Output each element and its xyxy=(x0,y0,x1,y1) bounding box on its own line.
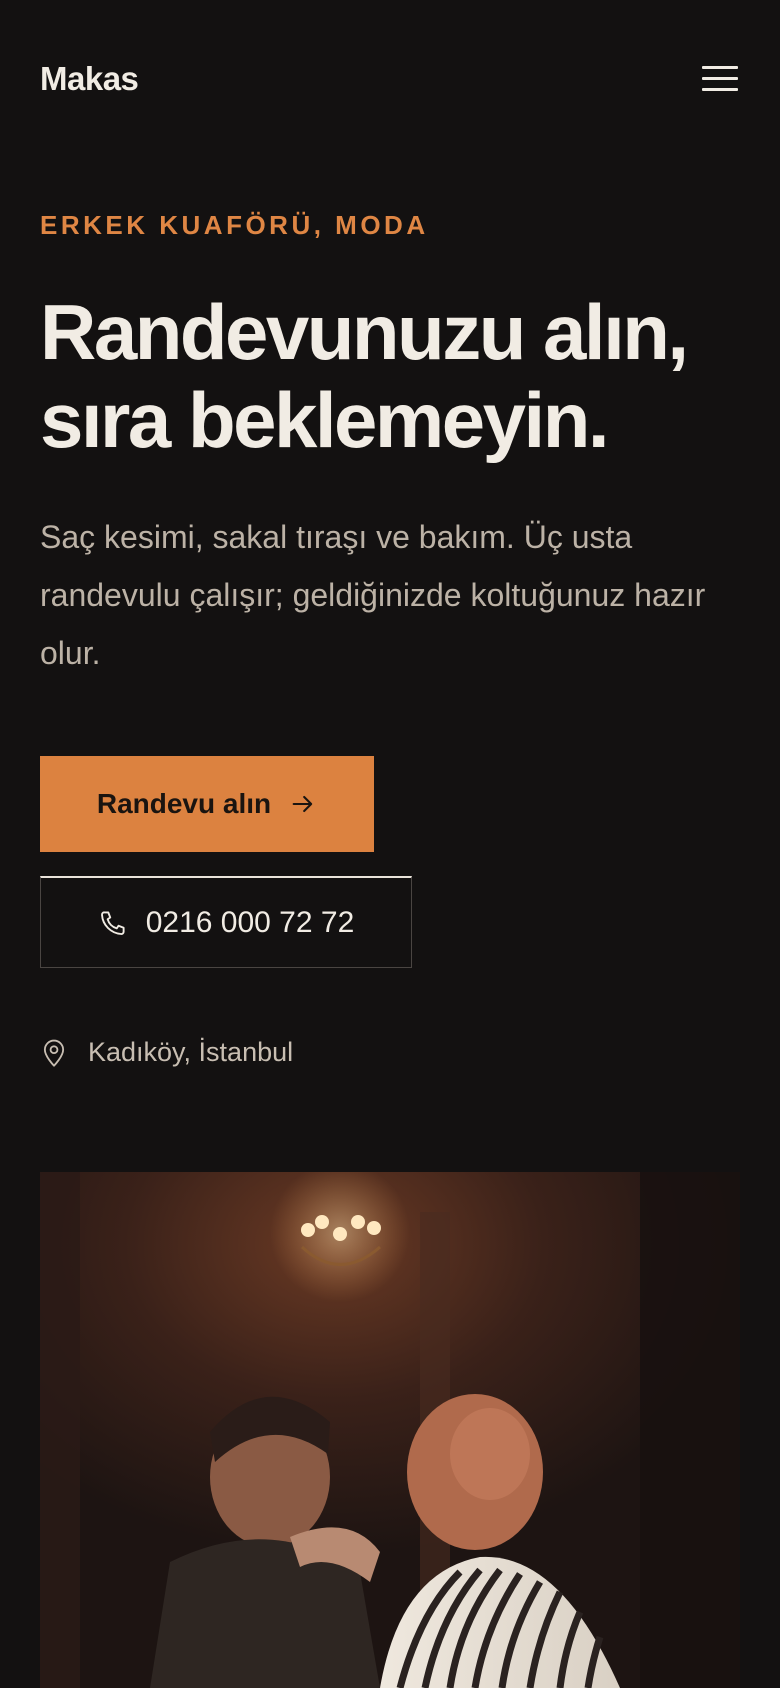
hero-title-line-2: sıra beklemeyin. xyxy=(40,376,610,464)
location-info: Kadıköy, İstanbul xyxy=(40,1036,293,1068)
arrow-right-icon xyxy=(292,795,313,813)
hero-eyebrow: ERKEK KUAFÖRÜ, MODA xyxy=(40,210,429,240)
phone-number: 0216 000 72 72 xyxy=(145,905,355,939)
location-text: Kadıköy, İstanbul xyxy=(88,1036,294,1067)
hero-description: Saç kesimi, sakal tıraşı ve bakım. Üç us… xyxy=(40,519,706,671)
barber-scene-image xyxy=(40,1172,740,1688)
book-appointment-button[interactable]: Randevu alın xyxy=(40,756,374,852)
barbershop-photo xyxy=(40,1172,740,1688)
book-appointment-label: Randevu alın xyxy=(96,788,272,819)
hero-title: Randevunuzu alın, sıra beklemeyin. xyxy=(40,288,760,464)
brand-logo[interactable]: Makas xyxy=(40,60,139,98)
hero-title-line-1: Randevunuzu alın, xyxy=(40,288,689,376)
call-phone-button[interactable]: 0216 000 72 72 xyxy=(40,876,412,968)
phone-icon xyxy=(100,910,125,935)
map-pin-icon xyxy=(43,1039,65,1067)
site-header: Makas xyxy=(40,52,740,108)
hamburger-menu-icon[interactable] xyxy=(700,62,740,96)
